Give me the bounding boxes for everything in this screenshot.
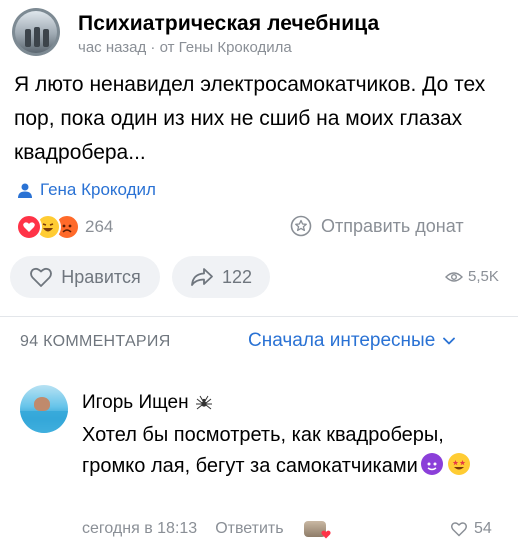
comment-likes-count: 54: [474, 520, 492, 537]
comment-text: Хотел бы посмотреть, как квадроберы, гро…: [82, 420, 492, 482]
author-link[interactable]: Гена Крокодил: [18, 180, 156, 200]
group-name[interactable]: Психиатрическая лечебница: [78, 12, 379, 36]
donate-button[interactable]: Отправить донат: [290, 215, 464, 237]
like-button[interactable]: Нравится: [10, 256, 160, 298]
heart-reaction-icon: [16, 214, 42, 240]
eye-icon: [445, 271, 463, 282]
comment-author-name: Игорь Ищен: [82, 392, 189, 413]
author-link-label: Гена Крокодил: [40, 180, 156, 199]
devil-emoji-icon: [420, 453, 443, 475]
donate-icon: [290, 215, 312, 237]
post-text: Я люто ненавидел электросамокатчиков. До…: [14, 73, 486, 164]
reactions[interactable]: 264: [16, 214, 113, 240]
spider-icon: [195, 395, 212, 410]
reaction-count: 264: [85, 217, 114, 236]
divider: [0, 316, 518, 317]
comment-footer: сегодня в 18:13 Ответить: [82, 520, 331, 539]
heart-outline-icon: [451, 522, 467, 537]
heart-badge-icon: [321, 530, 331, 539]
share-count: 122: [221, 266, 253, 287]
author-like-avatar: [303, 521, 331, 539]
comment-author[interactable]: Игорь Ищен: [82, 392, 213, 414]
views: 5,5K: [445, 268, 499, 285]
group-avatar-image: [15, 11, 57, 53]
comment-like-button[interactable]: 54: [450, 520, 492, 538]
comment-time: сегодня в 18:13: [82, 520, 198, 537]
sort-select[interactable]: Сначала интересные: [248, 330, 456, 352]
comments-count: 94 КОММЕНТАРИЯ: [20, 333, 171, 350]
post-meta: час назад · от Гены Крокодила: [78, 39, 292, 56]
like-label: Нравится: [61, 266, 141, 287]
reply-button[interactable]: Ответить: [215, 520, 283, 538]
views-count: 5,5K: [468, 268, 499, 285]
comment-text-body: Хотел бы посмотреть, как квадроберы, гро…: [82, 424, 444, 477]
share-button[interactable]: 122: [172, 256, 270, 298]
donate-label: Отправить донат: [321, 215, 464, 236]
share-icon: [191, 268, 213, 286]
sort-label: Сначала интересные: [248, 330, 436, 351]
star-struck-emoji-icon: [447, 453, 470, 475]
comment-avatar[interactable]: [20, 385, 68, 433]
group-avatar[interactable]: [12, 8, 60, 56]
chevron-down-icon: [443, 337, 456, 345]
person-icon: [18, 183, 32, 198]
heart-outline-icon: [30, 267, 53, 287]
